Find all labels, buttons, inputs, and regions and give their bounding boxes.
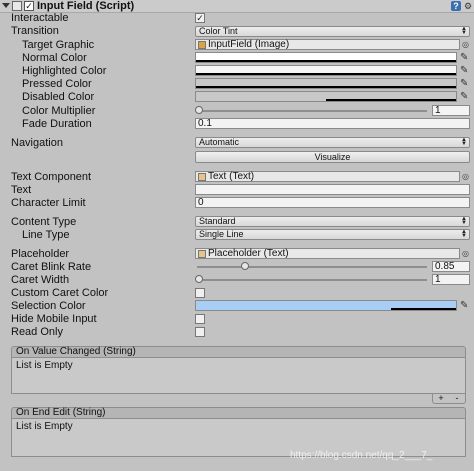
navigation-value: Automatic	[199, 137, 240, 147]
custom-caret-color-checkbox[interactable]	[195, 288, 205, 298]
disabled-color-field[interactable]	[195, 91, 457, 102]
hide-mobile-input-label: Hide Mobile Input	[11, 313, 97, 325]
character-limit-input[interactable]: 0	[195, 197, 470, 208]
transition-label: Transition	[11, 25, 59, 37]
text-component-field[interactable]: Text (Text)	[195, 171, 460, 182]
placeholder-field[interactable]: Placeholder (Text)	[195, 248, 460, 259]
caret-width-thumb[interactable]	[195, 275, 203, 283]
text-icon	[198, 250, 206, 258]
caret-blink-rate-input[interactable]: 0.85	[432, 261, 470, 272]
transition-value: Color Tint	[199, 26, 238, 36]
caret-blink-rate-label: Caret Blink Rate	[11, 261, 92, 273]
color-multiplier-label: Color Multiplier	[22, 105, 96, 117]
navigation-dropdown[interactable]: Automatic ▲ ▼	[195, 137, 470, 148]
text-label: Text	[11, 184, 32, 196]
dropdown-arrows-icon: ▲ ▼	[461, 137, 467, 147]
object-picker-icon[interactable]: ◎	[462, 248, 469, 259]
placeholder-label: Placeholder	[11, 248, 70, 260]
eyedropper-icon[interactable]: ✎	[460, 78, 470, 89]
remove-button[interactable]: -	[449, 394, 465, 403]
eyedropper-icon[interactable]: ✎	[460, 300, 470, 311]
object-picker-icon[interactable]: ◎	[462, 39, 469, 50]
script-icon	[12, 1, 22, 11]
fade-duration-label: Fade Duration	[22, 118, 92, 130]
text-icon	[198, 173, 206, 181]
image-icon	[198, 41, 206, 49]
help-icon[interactable]: ?	[451, 1, 461, 11]
line-type-label: Line Type	[22, 229, 70, 241]
line-type-dropdown[interactable]: Single Line ▲ ▼	[195, 229, 470, 240]
component-enabled-checkbox[interactable]: ✓	[24, 1, 34, 11]
caret-width-input[interactable]: 1	[432, 274, 470, 285]
disabled-color-label: Disabled Color	[22, 91, 95, 103]
highlighted-color-field[interactable]	[195, 65, 457, 76]
on-value-changed-empty-text: List is Empty	[16, 360, 73, 371]
gear-icon[interactable]: ⚙	[463, 1, 473, 11]
pressed-color-field[interactable]	[195, 78, 457, 89]
selection-color-label: Selection Color	[11, 300, 86, 312]
caret-width-label: Caret Width	[11, 274, 70, 286]
dropdown-arrows-icon: ▲ ▼	[461, 216, 467, 226]
character-limit-label: Character Limit	[11, 197, 86, 209]
on-end-edit-header: On End Edit (String)	[11, 407, 466, 419]
add-button[interactable]: +	[433, 394, 449, 403]
caret-blink-rate-track[interactable]	[197, 266, 427, 268]
interactable-label: Interactable	[11, 12, 69, 24]
color-multiplier-input[interactable]: 1	[432, 105, 470, 116]
interactable-checkbox[interactable]: ✓	[195, 13, 205, 23]
dropdown-arrows-icon: ▲ ▼	[461, 229, 467, 239]
dropdown-arrows-icon: ▲ ▼	[461, 26, 467, 36]
on-end-edit-empty-text: List is Empty	[16, 421, 73, 432]
component-header: ✓ Input Field (Script) ? ⚙	[0, 0, 474, 13]
line-type-value: Single Line	[199, 229, 244, 239]
fade-duration-input[interactable]: 0.1	[195, 118, 470, 129]
object-picker-icon[interactable]: ◎	[462, 171, 469, 182]
eyedropper-icon[interactable]: ✎	[460, 52, 470, 63]
target-graphic-value: InputField (Image)	[208, 39, 290, 50]
eyedropper-icon[interactable]: ✎	[460, 65, 470, 76]
component-title: Input Field (Script)	[37, 0, 135, 12]
text-component-value: Text (Text)	[208, 171, 255, 182]
watermark: https://blog.csdn.net/qq_2___7_	[290, 450, 433, 461]
pressed-color-label: Pressed Color	[22, 78, 92, 90]
color-multiplier-track[interactable]	[197, 110, 427, 112]
on-value-changed-header: On Value Changed (String)	[11, 346, 466, 358]
custom-caret-color-label: Custom Caret Color	[11, 287, 109, 299]
on-value-changed-list: List is Empty	[11, 358, 466, 394]
content-type-dropdown[interactable]: Standard ▲ ▼	[195, 216, 470, 227]
target-graphic-field[interactable]: InputField (Image)	[195, 39, 460, 50]
content-type-value: Standard	[199, 216, 236, 226]
eyedropper-icon[interactable]: ✎	[460, 91, 470, 102]
caret-width-track[interactable]	[197, 279, 427, 281]
visualize-button[interactable]: Visualize	[195, 151, 470, 163]
normal-color-field[interactable]	[195, 52, 457, 63]
normal-color-label: Normal Color	[22, 52, 87, 64]
hide-mobile-input-checkbox[interactable]	[195, 314, 205, 324]
foldout-arrow-icon[interactable]	[2, 3, 10, 8]
target-graphic-label: Target Graphic	[22, 39, 95, 51]
read-only-label: Read Only	[11, 326, 63, 338]
read-only-checkbox[interactable]	[195, 327, 205, 337]
selection-color-field[interactable]	[195, 300, 457, 311]
on-value-changed-footer: + -	[432, 394, 466, 404]
text-component-label: Text Component	[11, 171, 92, 183]
transition-dropdown[interactable]: Color Tint ▲ ▼	[195, 26, 470, 37]
navigation-label: Navigation	[11, 137, 63, 149]
content-type-label: Content Type	[11, 216, 77, 228]
text-input[interactable]	[195, 184, 470, 195]
placeholder-value: Placeholder (Text)	[208, 248, 289, 259]
color-multiplier-thumb[interactable]	[195, 106, 203, 114]
caret-blink-rate-thumb[interactable]	[241, 262, 249, 270]
highlighted-color-label: Highlighted Color	[22, 65, 107, 77]
